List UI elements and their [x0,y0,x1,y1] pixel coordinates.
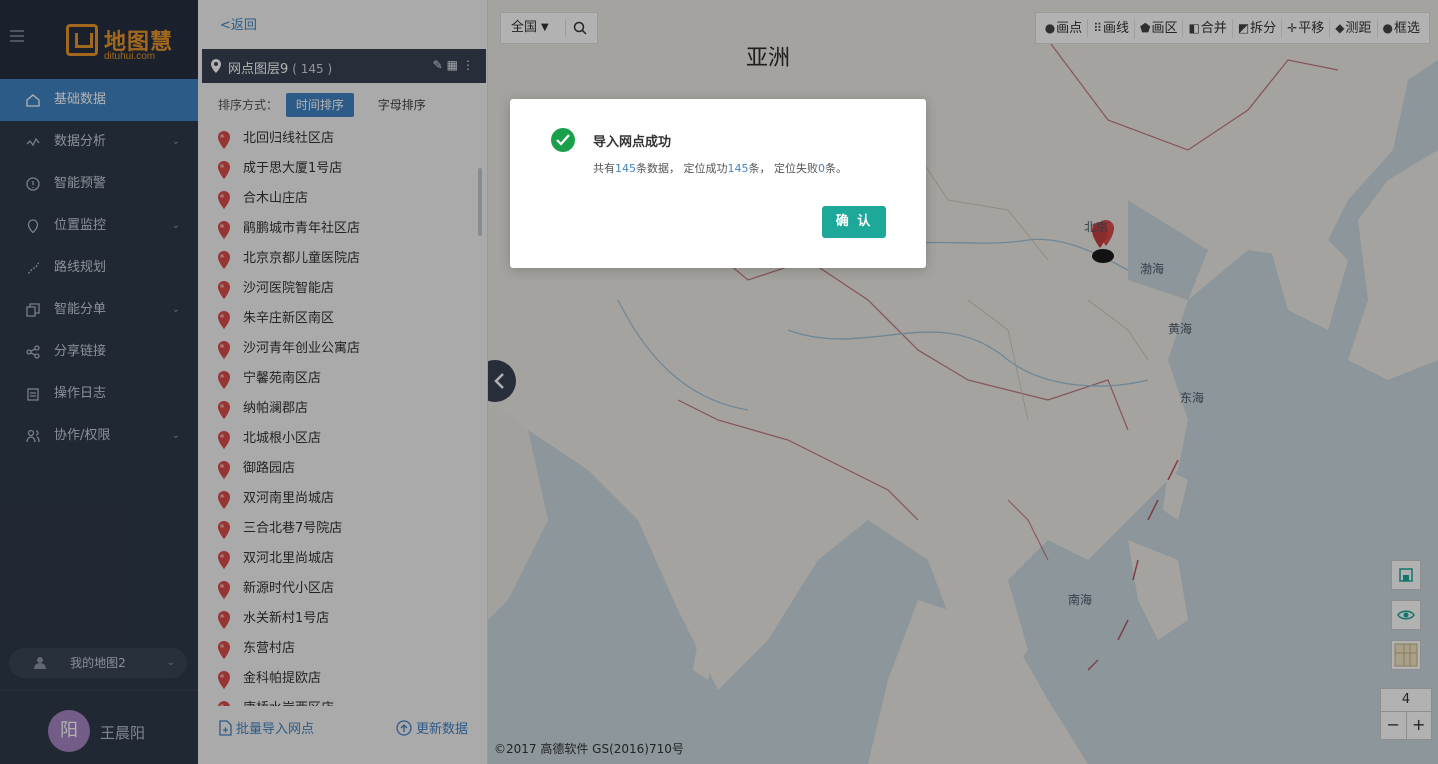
import-success-dialog: 导入网点成功 共有145条数据， 定位成功145条， 定位失败0条。 确 认 [510,99,926,268]
msg-suffix: 条。 [825,162,847,175]
confirm-button[interactable]: 确 认 [822,206,886,238]
check-circle-icon [551,128,575,152]
msg-prefix: 共有 [593,162,615,175]
msg-mid1: 条数据， 定位成功 [636,162,728,175]
failed-count: 0 [818,162,825,175]
success-count: 145 [727,162,749,175]
dialog-message: 共有145条数据， 定位成功145条， 定位失败0条。 [593,160,847,176]
msg-mid2: 条， 定位失败 [748,162,819,175]
dialog-title: 导入网点成功 [593,135,672,150]
total-count: 145 [615,162,636,175]
